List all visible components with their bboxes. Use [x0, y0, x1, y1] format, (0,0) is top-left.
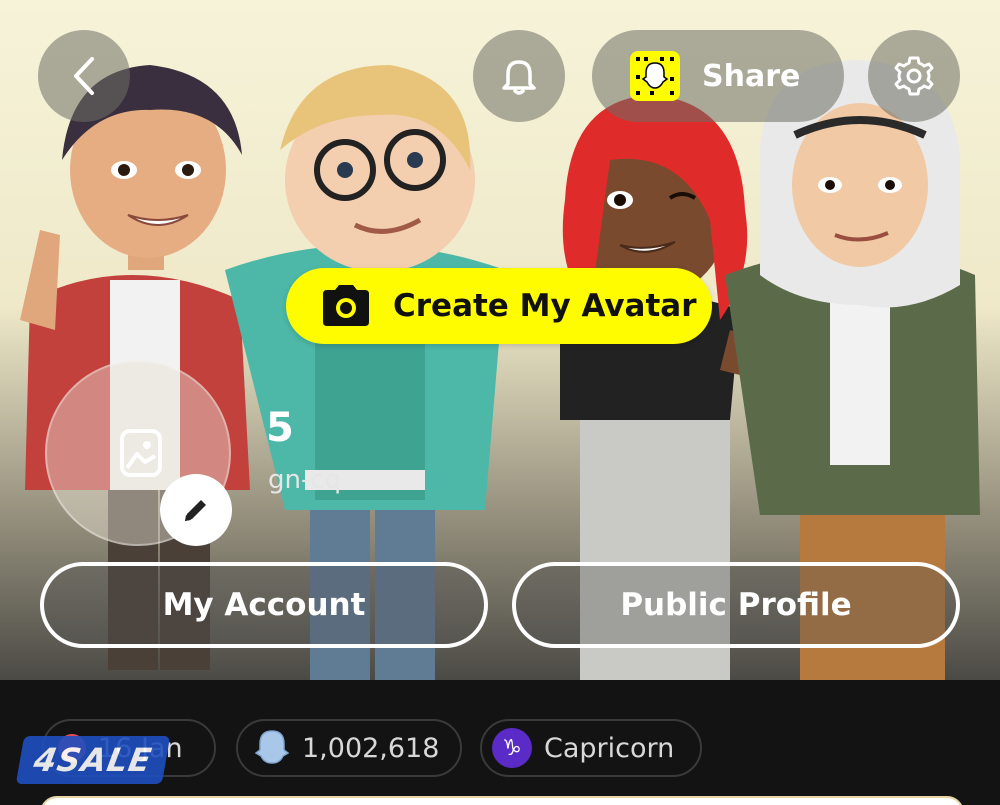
- back-button[interactable]: [38, 30, 130, 122]
- snap-score-label: 1,002,618: [302, 732, 440, 764]
- bell-icon: [502, 60, 536, 95]
- watermark-label: 4SALE: [30, 741, 156, 779]
- chevron-left-icon: [74, 57, 94, 95]
- public-profile-button[interactable]: Public Profile: [512, 562, 960, 648]
- share-label: Share: [702, 58, 801, 94]
- display-name: 5: [266, 405, 294, 451]
- next-card-edge: [40, 796, 964, 805]
- edit-photo-button[interactable]: [160, 474, 232, 546]
- pencil-icon: [185, 500, 206, 521]
- bitmoji-hero: Share Create My Avatar 5 gn-cq My Accoun…: [0, 0, 1000, 680]
- camera-icon: [323, 285, 369, 326]
- share-button[interactable]: Share: [592, 30, 844, 122]
- gear-icon: [894, 56, 934, 96]
- settings-button[interactable]: [868, 30, 960, 122]
- zodiac-chip[interactable]: ♑ Capricorn: [480, 719, 702, 777]
- my-account-button[interactable]: My Account: [40, 562, 488, 648]
- zodiac-label: Capricorn: [544, 732, 675, 764]
- notifications-button[interactable]: [473, 30, 565, 122]
- create-avatar-label: Create My Avatar: [393, 288, 697, 324]
- ghost-score-icon: [254, 730, 290, 764]
- snap-score-chip[interactable]: 1,002,618: [236, 719, 462, 777]
- image-icon: [120, 429, 162, 477]
- username: gn-cq: [268, 465, 342, 495]
- create-avatar-button[interactable]: Create My Avatar: [286, 268, 712, 344]
- watermark-logo: 4SALE: [15, 736, 171, 784]
- snapcode-icon: [630, 51, 680, 101]
- capricorn-icon: ♑: [492, 728, 532, 768]
- profile-screen: Share Create My Avatar 5 gn-cq My Accoun…: [0, 0, 1000, 805]
